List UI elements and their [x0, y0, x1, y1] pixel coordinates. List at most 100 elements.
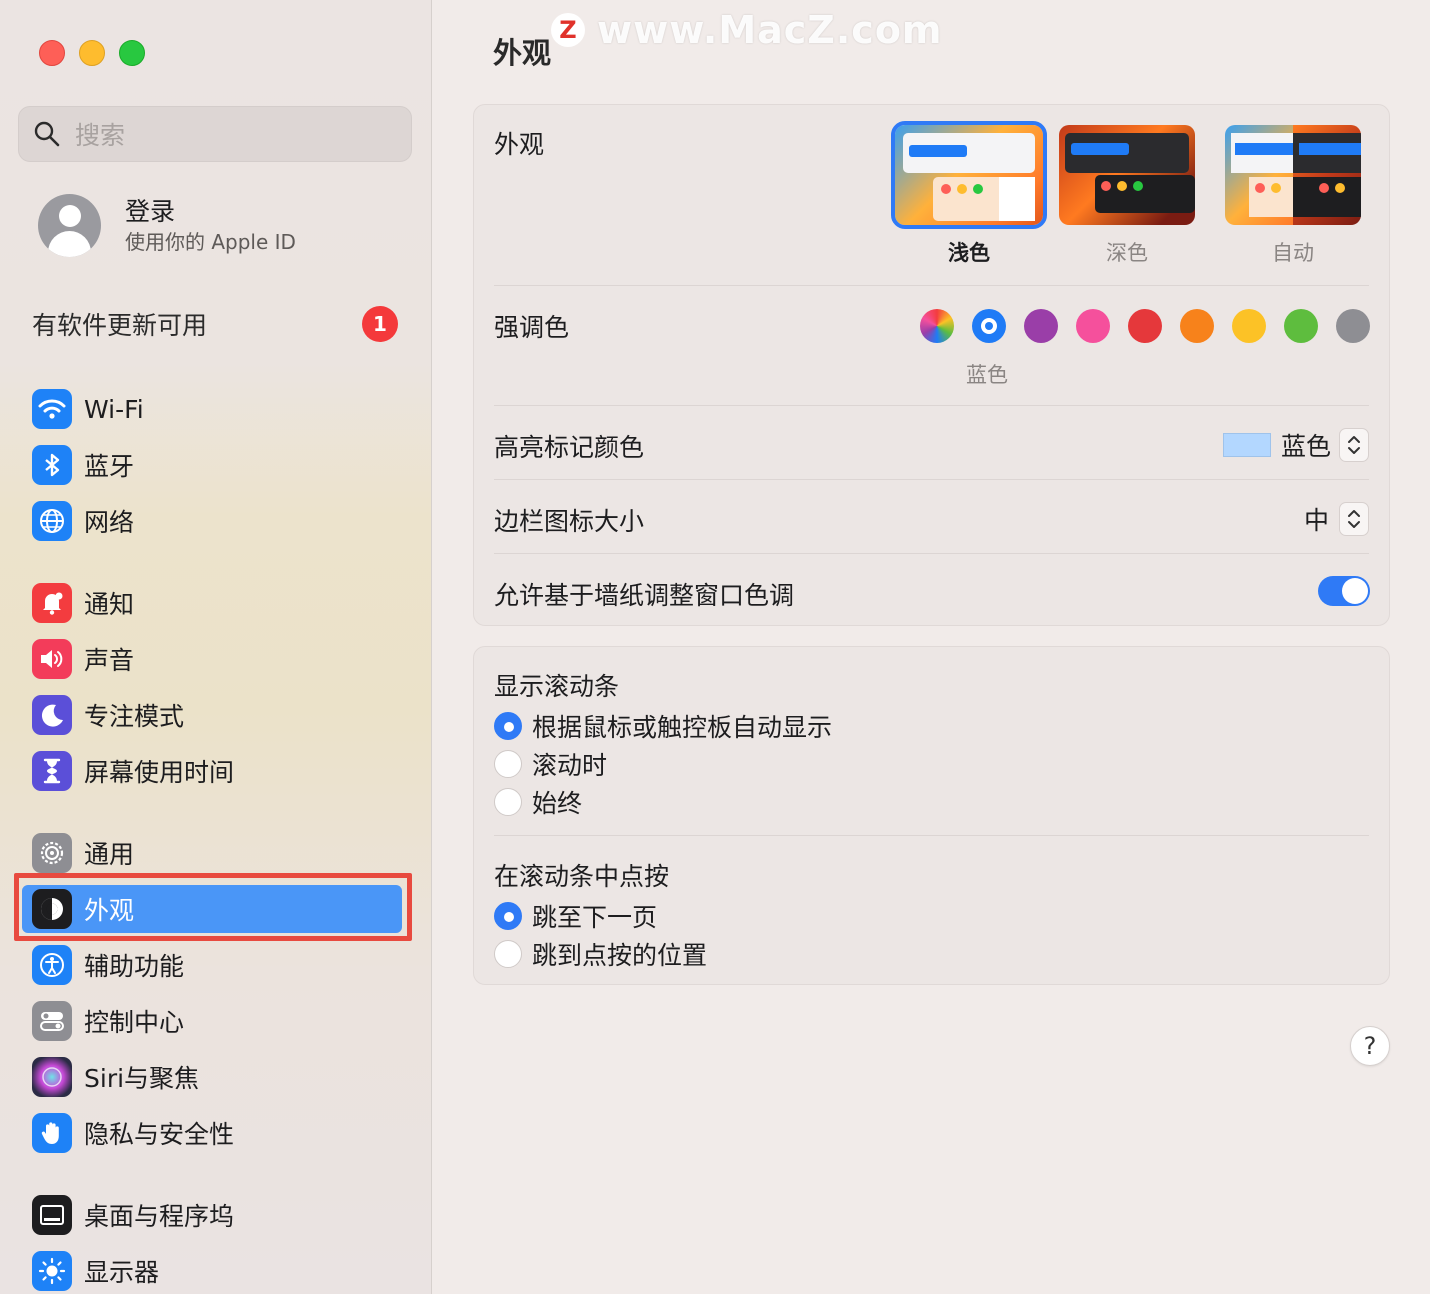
- sidebar-item-notifications[interactable]: 通知: [30, 579, 402, 627]
- radio-button: [494, 902, 522, 930]
- sidebar-icon-size-value: 中: [1303, 506, 1329, 535]
- radio-label: 始终: [532, 789, 583, 818]
- scrollbar-option-automatic[interactable]: 根据鼠标或触控板自动显示: [494, 708, 832, 744]
- sidebar-item-accessibility[interactable]: 辅助功能: [30, 941, 402, 989]
- divider: [494, 835, 1369, 836]
- accent-selected-caption: 蓝色: [966, 363, 1008, 387]
- popup-stepper-icon: [1339, 502, 1369, 536]
- accent-green-swatch[interactable]: [1284, 309, 1318, 343]
- accent-yellow-swatch[interactable]: [1232, 309, 1266, 343]
- radio-button: [494, 940, 522, 968]
- search-field[interactable]: 搜索: [18, 106, 412, 162]
- accent-pink-swatch[interactable]: [1076, 309, 1110, 343]
- globe-icon: [32, 501, 72, 541]
- dock-icon: [32, 1195, 72, 1235]
- sidebar-item-label: 桌面与程序坞: [84, 1202, 235, 1231]
- sidebar-item-displays[interactable]: 显示器: [30, 1247, 402, 1294]
- speaker-icon: [32, 639, 72, 679]
- popup-stepper-icon: [1339, 428, 1369, 462]
- sidebar-item-siri-spotlight[interactable]: Siri与聚焦: [30, 1053, 402, 1101]
- accent-multicolor-swatch[interactable]: [920, 309, 954, 343]
- sidebar-item-screen-time[interactable]: 屏幕使用时间: [30, 747, 402, 795]
- sidebar-item-network[interactable]: 网络: [30, 497, 402, 545]
- divider: [494, 479, 1369, 480]
- sidebar-item-label: 显示器: [84, 1258, 160, 1287]
- appearance-option-auto[interactable]: 自动: [1225, 125, 1361, 267]
- avatar: [38, 194, 101, 257]
- radio-label: 滚动时: [532, 751, 608, 780]
- sidebar-item-bluetooth[interactable]: 蓝牙: [30, 441, 402, 489]
- sidebar-item-focus[interactable]: 专注模式: [30, 691, 402, 739]
- click-option-next-page[interactable]: 跳至下一页: [494, 898, 657, 934]
- sun-icon: [32, 1251, 72, 1291]
- accent-color-label: 强调色: [494, 313, 570, 342]
- sidebar-item-wifi[interactable]: Wi-Fi: [30, 385, 402, 433]
- page-title: 外观: [493, 36, 552, 70]
- signin-subtitle: 使用你的 Apple ID: [125, 229, 296, 254]
- appearance-option-dark[interactable]: 深色: [1059, 125, 1195, 267]
- siri-icon: [32, 1057, 72, 1097]
- radio-button: [494, 750, 522, 778]
- watermark: Z www.MacZ.com: [551, 8, 943, 52]
- radio-label: 根据鼠标或触控板自动显示: [532, 713, 833, 742]
- sidebar-icon-size-label: 边栏图标大小: [494, 507, 645, 536]
- click-scrollbar-label: 在滚动条中点按: [494, 862, 670, 891]
- zoom-window-button[interactable]: [119, 40, 145, 66]
- radio-label: 跳到点按的位置: [532, 941, 708, 970]
- main-content: 外观 Z www.MacZ.com 外观 浅色 深色 自动 强调色 蓝色 高亮标…: [433, 0, 1430, 1294]
- moon-icon: [32, 695, 72, 735]
- sidebar-item-desktop-dock[interactable]: 桌面与程序坞: [30, 1191, 402, 1239]
- theme-caption: 浅色: [948, 241, 990, 265]
- appearance-label: 外观: [494, 130, 545, 159]
- divider: [494, 405, 1369, 406]
- sidebar-item-label: 屏幕使用时间: [84, 758, 235, 787]
- help-button[interactable]: ?: [1350, 1026, 1390, 1066]
- theme-caption: 深色: [1106, 241, 1148, 265]
- switches-icon: [32, 1001, 72, 1041]
- accent-graphite-swatch[interactable]: [1336, 309, 1370, 343]
- sidebar-item-label: 控制中心: [84, 1008, 185, 1037]
- sidebar-item-appearance[interactable]: 外观: [22, 885, 402, 933]
- accent-purple-swatch[interactable]: [1024, 309, 1058, 343]
- light-theme-thumbnail: [891, 121, 1047, 229]
- sidebar-item-label: 声音: [84, 646, 135, 675]
- close-window-button[interactable]: [39, 40, 65, 66]
- hourglass-icon: [32, 751, 72, 791]
- signin-title: 登录: [125, 196, 176, 226]
- sidebar-item-label: 通用: [84, 840, 135, 869]
- auto-theme-thumbnail: [1225, 125, 1361, 225]
- software-update-label: 有软件更新可用: [32, 311, 208, 340]
- sidebar-item-label: 辅助功能: [84, 952, 185, 981]
- radio-button: [494, 712, 522, 740]
- sidebar-item-label: 隐私与安全性: [84, 1120, 235, 1149]
- sidebar-item-label: 网络: [84, 508, 135, 537]
- sidebar-item-general[interactable]: 通用: [30, 829, 402, 877]
- gear-icon: [32, 833, 72, 873]
- sidebar-item-sound[interactable]: 声音: [30, 635, 402, 683]
- sidebar-item-label: 通知: [84, 590, 135, 619]
- sidebar-icon-size-popup[interactable]: 中: [1304, 501, 1369, 537]
- accent-orange-swatch[interactable]: [1180, 309, 1214, 343]
- accent-blue-swatch[interactable]: [972, 309, 1006, 343]
- minimize-window-button[interactable]: [79, 40, 105, 66]
- highlight-color-value: 蓝色: [1280, 432, 1331, 461]
- sidebar: 搜索 登录 使用你的 Apple ID 有软件更新可用 1 Wi-Fi 蓝牙 网…: [0, 0, 432, 1294]
- sidebar-item-label: 专注模式: [84, 702, 185, 731]
- wallpaper-tinting-toggle[interactable]: [1318, 576, 1370, 606]
- watermark-logo: Z: [551, 13, 585, 47]
- software-update-item[interactable]: 有软件更新可用 1: [32, 306, 398, 342]
- radio-button: [494, 788, 522, 816]
- highlight-color-label: 高亮标记颜色: [494, 433, 645, 462]
- hand-icon: [32, 1113, 72, 1153]
- scrollbar-option-when-scrolling[interactable]: 滚动时: [494, 746, 607, 782]
- scrollbar-settings-panel: 显示滚动条 根据鼠标或触控板自动显示 滚动时 始终 在滚动条中点按 跳至下一页 …: [473, 646, 1390, 985]
- sidebar-item-privacy[interactable]: 隐私与安全性: [30, 1109, 402, 1157]
- dark-theme-thumbnail: [1059, 125, 1195, 225]
- accent-red-swatch[interactable]: [1128, 309, 1162, 343]
- click-option-clicked-spot[interactable]: 跳到点按的位置: [494, 936, 707, 972]
- apple-id-signin[interactable]: 登录 使用你的 Apple ID: [38, 194, 296, 257]
- sidebar-item-control-center[interactable]: 控制中心: [30, 997, 402, 1045]
- appearance-option-light[interactable]: 浅色: [891, 121, 1047, 267]
- scrollbar-option-always[interactable]: 始终: [494, 784, 582, 820]
- highlight-color-popup[interactable]: 蓝色: [1222, 427, 1369, 463]
